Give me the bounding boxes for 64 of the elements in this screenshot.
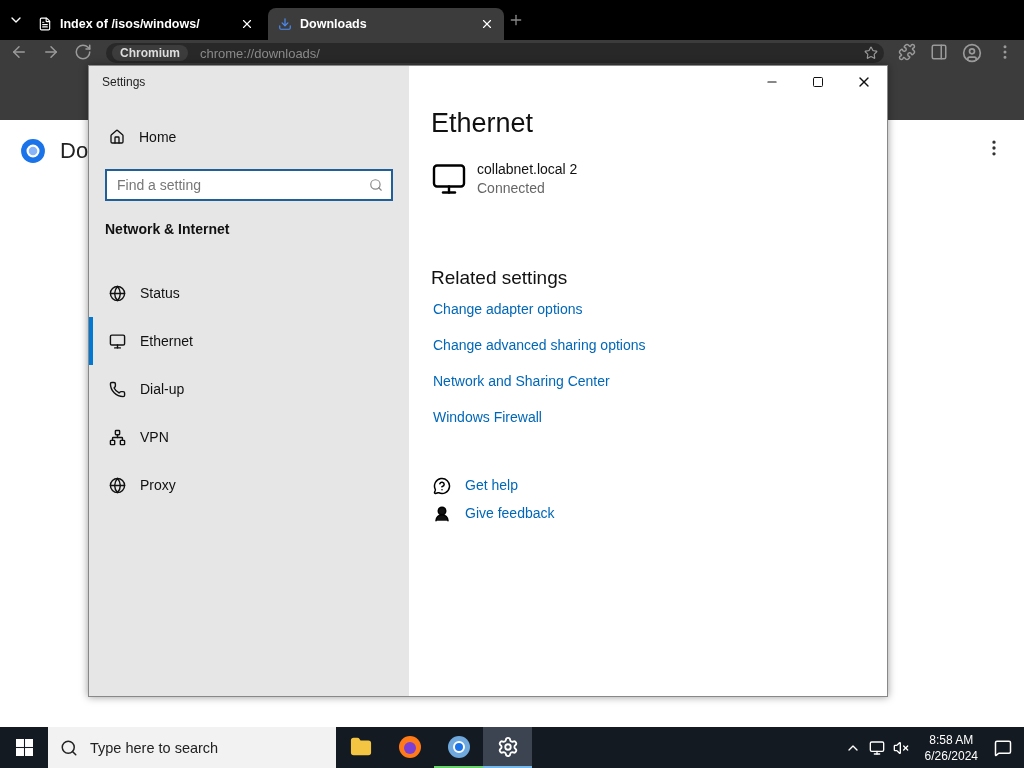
muted-speaker-icon[interactable] [892, 739, 909, 756]
clock[interactable]: 8:58 AM 6/26/2024 [924, 731, 978, 764]
fox-logo-icon [397, 734, 422, 759]
monitor-icon [109, 332, 126, 350]
globe-icon [109, 284, 126, 302]
search-input[interactable]: Type here to search [88, 738, 324, 757]
tab-title: Downloads [300, 17, 368, 31]
window-title: Settings [102, 75, 147, 89]
tab-title: Index of /isos/windows/ [60, 17, 201, 31]
maximize-icon [812, 76, 824, 88]
browser-logo-icon [20, 138, 46, 164]
url-text: chrome://downloads/ [200, 45, 321, 61]
phone-icon [109, 380, 126, 398]
section-heading: Related settings [431, 267, 569, 289]
windows-logo-icon [15, 739, 33, 756]
side-panel-icon[interactable] [930, 43, 948, 61]
settings-link[interactable]: Change adapter options [433, 301, 583, 317]
section-title: Network & Internet [105, 221, 231, 237]
reload-icon[interactable] [74, 43, 92, 61]
taskbar-app-button[interactable] [483, 727, 532, 768]
back-icon[interactable] [10, 43, 28, 61]
search-icon [369, 178, 383, 192]
home-item[interactable]: Home [89, 113, 409, 161]
help-link[interactable]: Get help [465, 477, 518, 493]
close-icon[interactable] [480, 17, 494, 31]
forward-icon[interactable] [42, 43, 60, 61]
connection-name[interactable]: collabnet.local 2 [477, 161, 578, 177]
connection-status: Connected [477, 180, 546, 196]
monitor-icon[interactable] [868, 739, 885, 756]
site-chip[interactable]: Chromium [112, 45, 188, 61]
profile-icon[interactable] [962, 43, 982, 63]
nav-item[interactable]: VPN [89, 413, 409, 461]
search-icon [60, 738, 78, 757]
home-icon [109, 129, 125, 145]
notification-icon[interactable] [994, 738, 1012, 757]
puzzle-icon[interactable] [898, 43, 916, 61]
globe-icon [109, 476, 126, 494]
search-input[interactable]: Find a setting [115, 176, 369, 194]
browser-logo-icon [446, 734, 471, 759]
help-icon [433, 477, 451, 495]
network-icon [109, 428, 126, 446]
browser-tab[interactable]: Downloads [268, 8, 504, 40]
nav-item[interactable]: Dial-up [89, 365, 409, 413]
download-icon [278, 17, 292, 31]
settings-icon [496, 735, 519, 758]
settings-link[interactable]: Change advanced sharing options [433, 337, 646, 353]
nav-item[interactable]: Proxy [89, 461, 409, 509]
page-title: Do [60, 138, 90, 164]
person-icon [433, 505, 451, 523]
settings-link[interactable]: Network and Sharing Center [433, 373, 610, 389]
close-icon[interactable] [240, 17, 254, 31]
page-heading: Ethernet [431, 108, 535, 139]
browser-tab[interactable]: Index of /isos/windows/ [28, 8, 264, 40]
page-icon [38, 17, 52, 31]
search-field[interactable]: Find a setting [105, 169, 393, 201]
star-icon[interactable] [864, 46, 878, 60]
taskbar-search-field[interactable]: Type here to search [48, 727, 336, 768]
settings-link[interactable]: Windows Firewall [433, 409, 542, 425]
address-bar[interactable]: Chromium chrome://downloads/ [106, 43, 884, 63]
help-link[interactable]: Give feedback [465, 505, 555, 521]
new-tab-icon[interactable] [508, 12, 524, 28]
monitor-icon[interactable] [431, 161, 467, 197]
folder-icon [349, 735, 372, 758]
nav-item[interactable]: Status [89, 269, 409, 317]
